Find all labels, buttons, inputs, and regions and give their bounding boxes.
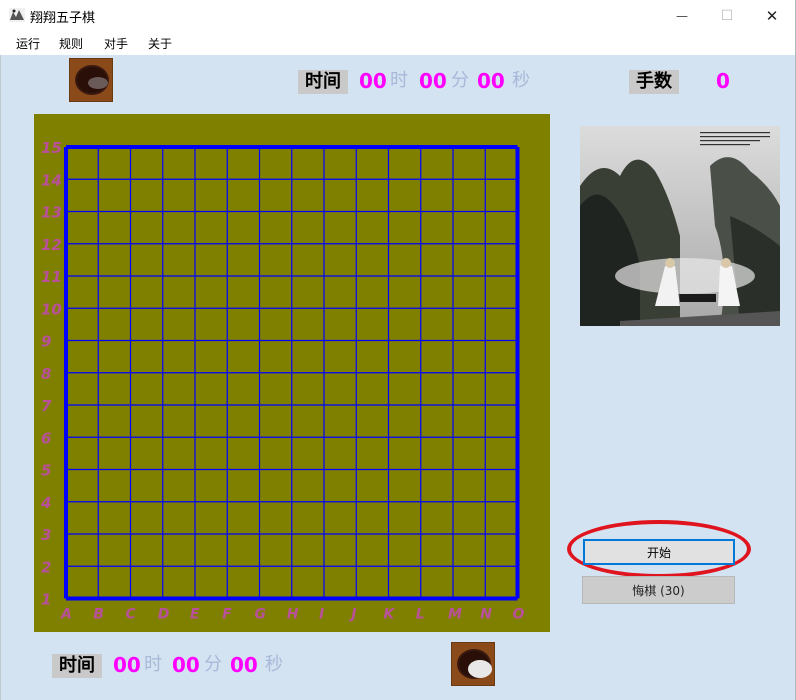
minimize-button[interactable]: — <box>659 0 705 31</box>
black-stone-bowl-icon <box>69 58 113 102</box>
top-timer-hours-unit: 时 <box>390 70 408 91</box>
start-button[interactable]: 开始 <box>583 539 735 565</box>
board-row-label: 13 <box>41 204 62 222</box>
board-column-label: B <box>93 607 104 623</box>
board-row-label: 7 <box>41 397 52 415</box>
board-column-label: N <box>480 607 492 623</box>
board-column-label: O <box>513 607 525 623</box>
bottom-timer-hours: 00 <box>113 653 141 677</box>
bottom-timer-label: 时间 <box>52 654 102 678</box>
board-row-label: 8 <box>41 365 51 383</box>
window-title: 翔翔五子棋 <box>30 11 96 26</box>
menu-run[interactable]: 运行 <box>16 35 40 52</box>
board-row-label: 12 <box>41 236 62 254</box>
board-row-label: 9 <box>41 333 51 351</box>
board-column-label: F <box>222 607 232 623</box>
top-timer-label: 时间 <box>298 70 348 94</box>
board-row-label: 5 <box>41 462 51 480</box>
top-timer-seconds-unit: 秒 <box>512 70 530 91</box>
landscape-painting-icon <box>580 126 780 326</box>
board-row-label: 6 <box>41 429 51 447</box>
maximize-button[interactable]: ☐ <box>704 0 750 31</box>
title-bar: 翔翔五子棋 — ☐ ✕ <box>0 0 796 31</box>
board-row-label: 14 <box>41 171 62 189</box>
close-icon: ✕ <box>765 6 779 25</box>
board-row-label: 15 <box>41 139 62 157</box>
board-column-label: M <box>448 607 462 623</box>
moves-count: 0 <box>716 69 730 93</box>
top-timer-hours: 00 <box>359 69 387 93</box>
board-row-label: 1 <box>41 591 51 609</box>
bottom-timer-minutes-unit: 分 <box>204 654 222 675</box>
board-row-label: 2 <box>41 558 51 576</box>
top-timer-seconds: 00 <box>477 69 505 93</box>
board-column-label: J <box>348 607 356 623</box>
board-column-label: C <box>126 607 137 623</box>
bottom-timer-minutes: 00 <box>172 653 200 677</box>
moves-label: 手数 <box>629 70 679 94</box>
menu-about[interactable]: 关于 <box>148 35 172 52</box>
board-column-label: L <box>416 607 425 623</box>
board-column-label: H <box>287 607 299 623</box>
board-row-label: 10 <box>41 300 62 318</box>
board-column-label: D <box>158 607 170 623</box>
undo-button[interactable]: 悔棋 (30) <box>582 576 735 604</box>
gomoku-board[interactable]: 15 14 13 12 11 10 9 8 7 6 5 4 3 2 1 A B C D E F G H I J K L M N O <box>34 114 550 632</box>
window-edge <box>0 55 1 700</box>
maximize-icon: ☐ <box>720 7 734 24</box>
board-column-label: G <box>255 607 267 623</box>
board-column-label: I <box>319 607 324 623</box>
bottom-timer-seconds: 00 <box>230 653 258 677</box>
minimize-icon: — <box>676 8 688 23</box>
menu-rules[interactable]: 规则 <box>59 35 83 52</box>
board-row-label: 11 <box>41 268 62 286</box>
bottom-timer-seconds-unit: 秒 <box>265 654 283 675</box>
top-timer-minutes-unit: 分 <box>451 70 469 91</box>
close-button[interactable]: ✕ <box>749 0 795 31</box>
white-stone-bowl-icon <box>451 642 495 686</box>
board-grid[interactable]: 15 14 13 12 11 10 9 8 7 6 5 4 3 2 1A B C D E F G H I J K L M N O <box>34 114 550 632</box>
board-column-label: A <box>60 607 72 623</box>
gomoku-app-icon <box>9 8 25 22</box>
top-timer-minutes: 00 <box>419 69 447 93</box>
board-column-label: E <box>190 607 200 623</box>
bottom-timer-hours-unit: 时 <box>144 654 162 675</box>
board-row-label: 3 <box>41 526 51 544</box>
menu-bar: 运行 规则 对手 关于 <box>0 31 796 55</box>
menu-opponent[interactable]: 对手 <box>104 35 128 52</box>
decorative-painting <box>580 126 780 326</box>
board-row-label: 4 <box>40 494 51 512</box>
board-column-label: K <box>384 607 396 623</box>
